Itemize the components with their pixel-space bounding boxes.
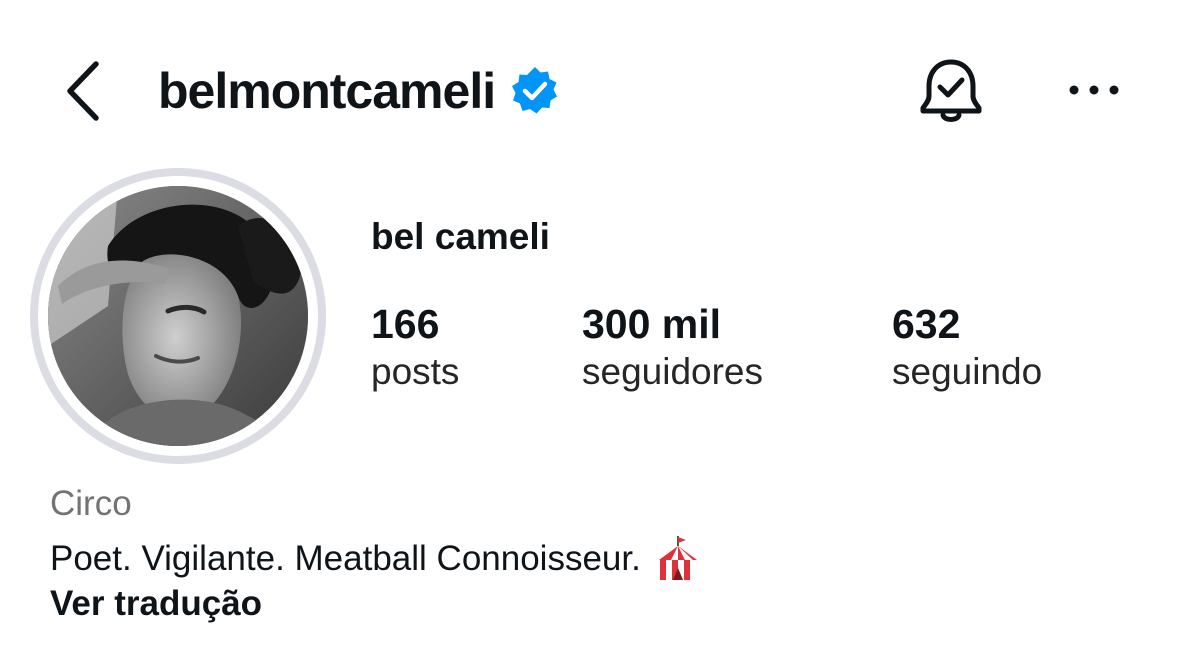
more-options-icon[interactable] [1062,68,1126,112]
bio-text: Poet. Vigilante. Meatball Connoisseur. [50,539,641,578]
bell-check-icon[interactable] [914,56,988,126]
circus-tent-icon [658,536,697,580]
profile-bio: Poet. Vigilante. Meatball Connoisseur. [50,534,703,584]
followers-stat[interactable]: 300 mil seguidores [582,300,763,396]
profile-category: Circo [50,484,132,523]
posts-count: 166 [371,301,440,347]
verified-badge-icon [512,67,558,114]
profile-username: belmontcameli [158,63,496,119]
profile-header: belmontcameli [0,50,1179,130]
following-label: seguindo [892,351,1043,392]
followers-label: seguidores [582,351,764,392]
following-count: 632 [892,301,961,347]
profile-avatar [48,186,308,446]
profile-display-name: bel cameli [371,216,550,257]
profile-avatar-ring[interactable] [30,168,326,464]
see-translation-link[interactable]: Ver tradução [50,584,262,624]
avatar-photo [48,186,308,446]
profile-page: belmontcameli bel cameli 166 posts 300 m… [0,0,1179,659]
posts-stat[interactable]: 166 posts [371,300,459,396]
title-area: belmontcameli [158,58,561,124]
followers-count: 300 mil [582,301,722,347]
back-chevron-icon[interactable] [58,58,108,124]
following-stat[interactable]: 632 seguindo [892,300,1042,396]
posts-label: posts [371,351,460,392]
